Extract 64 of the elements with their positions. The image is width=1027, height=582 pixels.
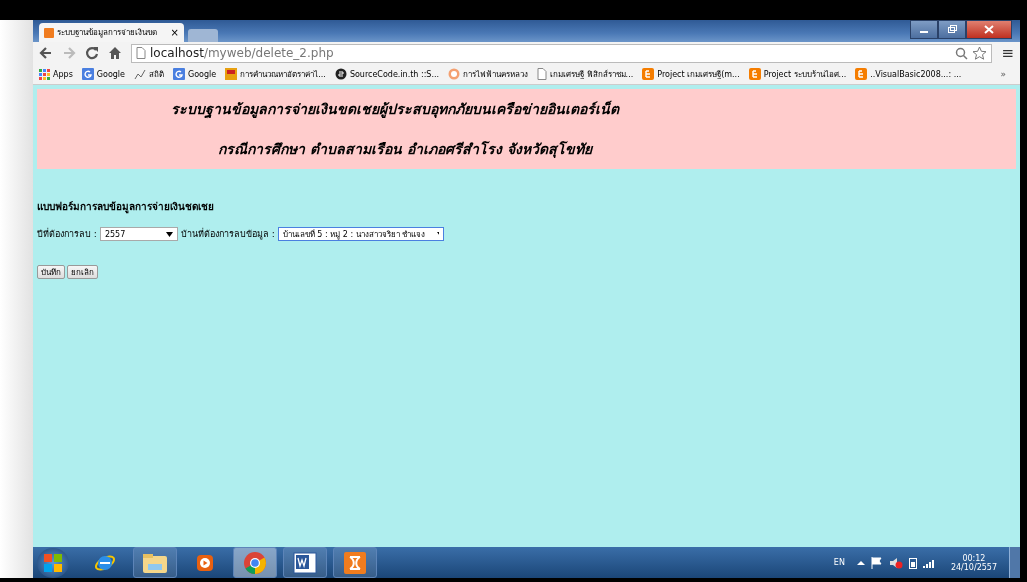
select-field[interactable]: บ้านเลขที่ 5 : หมู่ 2 : นางสาวจริยา ชำแจง — [277, 227, 444, 241]
clock[interactable]: 00:12 24/10/2557 — [950, 553, 997, 572]
maximize-icon — [947, 25, 957, 34]
select-field[interactable]: 2557 — [99, 227, 178, 241]
windows-logo-icon — [42, 551, 64, 574]
field-label: บ้านที่ต้องการลบข้อมูล : — [180, 227, 275, 241]
apps-grid-icon — [39, 68, 50, 80]
header-title: ระบบฐานข้อมูลการจ่ายเงินขดเชยผู้ประสบอุทกภัยบนเครือข่ายอินเตอร์เน็ต — [170, 99, 621, 120]
site-icon — [225, 68, 238, 80]
logo-icon — [448, 68, 461, 80]
bookmark[interactable]: Google — [173, 68, 217, 80]
form-title: แบบฟอร์มการลบข้อมูลการจ่ายเงินชดเชย — [37, 200, 215, 214]
reload-icon[interactable] — [85, 46, 99, 60]
chart-icon — [134, 68, 146, 80]
close-button[interactable] — [966, 20, 1012, 39]
menu-button[interactable]: ≡ — [1001, 44, 1014, 62]
muted-speaker-icon[interactable] — [888, 556, 903, 569]
blogger-icon — [748, 68, 761, 80]
blogger-icon — [642, 68, 655, 80]
language-indicator[interactable]: EN — [833, 558, 845, 567]
bookmark[interactable]: Project ระบบร้านไอศ... — [748, 67, 847, 81]
chrome-icon — [243, 550, 267, 575]
battery-icon[interactable] — [908, 556, 917, 569]
page-icon — [136, 47, 146, 59]
bookmark[interactable]: Google — [81, 68, 125, 80]
close-tab-button[interactable]: × — [170, 27, 179, 38]
bookmark[interactable]: ..VisualBasic2008...: ... — [855, 68, 962, 80]
bookmark[interactable]: เกมเศรษฐี ฟิสิกส์ราชม... — [537, 67, 634, 81]
page-icon — [537, 68, 548, 80]
blogger-icon — [855, 68, 868, 80]
header-title: กรณีการศึกษา ตำบลสามเรือน อำเภอศรีสำโรง จังหวัดสุโขทัย — [217, 140, 595, 160]
google-icon — [81, 68, 94, 80]
tray-arrow-icon[interactable] — [856, 559, 865, 566]
taskbar-button[interactable] — [133, 547, 177, 578]
bookmark[interactable]: การไฟฟ้านครหลวง — [448, 67, 529, 81]
save-button[interactable]: บันทึก — [37, 265, 65, 279]
search-icon[interactable] — [955, 46, 969, 60]
word-icon — [293, 551, 317, 574]
back-icon[interactable] — [39, 46, 53, 60]
maximize-button[interactable] — [938, 20, 966, 39]
play-icon — [195, 552, 215, 573]
browser-tab[interactable]: ระบบฐานข้อมูลการจ่ายเงินขด × — [39, 23, 184, 42]
bookmark[interactable]: สถิติ — [134, 67, 164, 81]
taskbar-button[interactable] — [283, 547, 327, 578]
bookmark[interactable]: การคำนวณหาอัตราค่าไ... — [225, 67, 326, 81]
start-button[interactable] — [37, 547, 69, 578]
minimize-button[interactable] — [910, 20, 938, 39]
tab-title: ระบบฐานข้อมูลการจ่ายเงินขด — [57, 27, 158, 39]
flag-icon[interactable] — [870, 556, 883, 569]
taskbar-button[interactable] — [333, 547, 377, 578]
globe-icon — [334, 68, 347, 80]
folder-icon — [142, 551, 168, 574]
bookmark[interactable]: Project เกมเศรษฐี(m... — [642, 67, 740, 81]
more-bookmarks-button[interactable]: » — [1000, 69, 1006, 79]
bookmark[interactable]: Apps — [39, 68, 73, 80]
field-label: ปีที่ต้องการลบ : — [37, 227, 97, 241]
address-field[interactable]: localhost/myweb/delete_2.php — [131, 43, 993, 63]
signal-icon[interactable] — [922, 557, 937, 568]
google-icon — [173, 68, 185, 80]
cancel-button[interactable]: ยกเลิก — [67, 265, 98, 279]
star-icon[interactable] — [972, 46, 988, 60]
bookmark[interactable]: SourceCode.in.th ::S... — [334, 68, 440, 80]
home-icon[interactable] — [108, 46, 122, 60]
close-icon — [984, 25, 994, 34]
